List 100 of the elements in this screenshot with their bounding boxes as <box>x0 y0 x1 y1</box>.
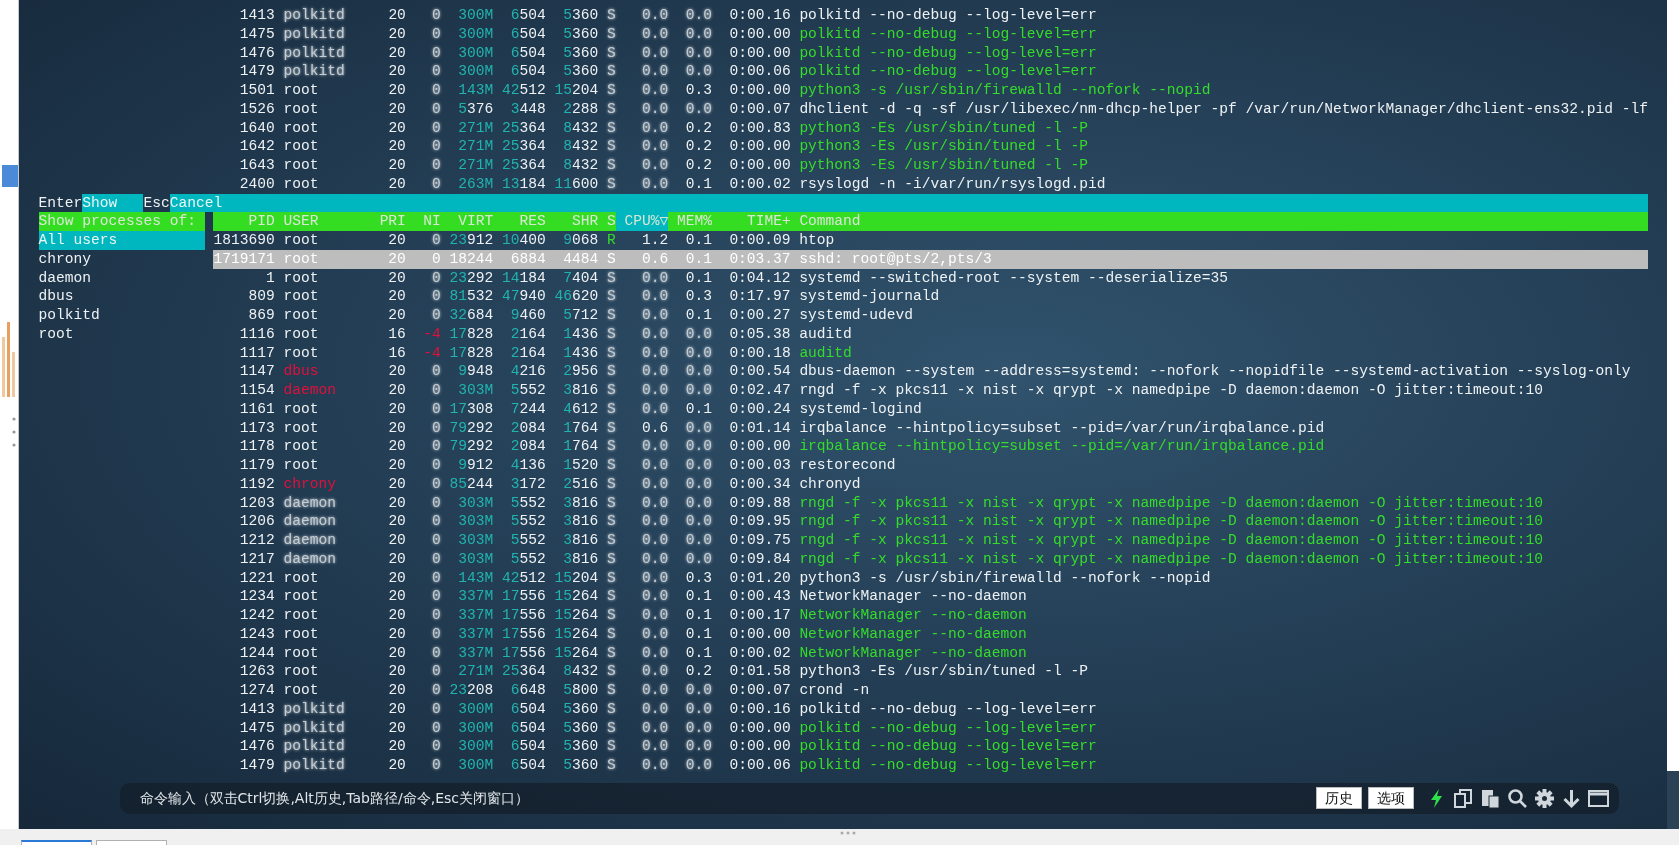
process-row[interactable]: 1221 root 20 0 143M 42512 15204 S 0.0 0.3 0:01.20 python3 -s /usr/sbin/firewalld --nofork --nopid <box>213 568 1649 588</box>
table-cell-text: root <box>283 118 320 138</box>
toolbar-button[interactable]: 历史 <box>1315 787 1362 810</box>
process-row[interactable]: 1147 dbus 20 0 9948 4216 2956 S 0.0 0.0 0:00.54 dbus-daemon --system --address=systemd: --nofork --nopidfile --systemd-activation --syslog-only <box>213 362 1649 381</box>
table-cell-text: 20 <box>387 606 406 625</box>
command-cell-text: polkitd --no-debug --log-level=err <box>799 718 1098 738</box>
process-row[interactable]: 1173 root 20 0 79292 2084 1764 S 0.6 0.0 0:01.14 irqbalance --hintpolicy=subset --pid=/var/run/irqbalance.pid <box>213 418 1649 438</box>
paste-icon[interactable] <box>1479 787 1501 809</box>
table-cell-text: root <box>283 343 320 363</box>
table-cell-text: 9912 <box>457 456 494 475</box>
table-cell-text: 0.0 <box>640 99 669 119</box>
process-row[interactable]: 1116 root 16 -4 17828 2164 1436 S 0.0 0.0 0:05.38 auditd <box>213 324 1649 344</box>
window-icon[interactable] <box>1587 787 1609 809</box>
command-cell-text: auditd <box>799 343 853 363</box>
process-row[interactable]: 1 root 20 0 23292 14184 7404 S 0.0 0.1 0:04.12 systemd --switched-root --system --deserialize=35 <box>213 268 1649 288</box>
command-bar[interactable]: 命令输入（双击Ctrl切换,Alt历史,Tab路径/命令,Esc关闭窗口） 历史 选项 <box>119 782 1619 814</box>
table-cell-text: 1642 <box>238 137 275 156</box>
process-row[interactable]: 809 root 20 0 81532 47940 46620 S 0.0 0.3 0:17.97 systemd-journald <box>213 287 1649 306</box>
process-row[interactable]: 1234 root 20 0 337M 17556 15264 S 0.0 0.1 0:00.43 NetworkManager --no-daemon <box>213 587 1649 606</box>
user-option[interactable]: root <box>38 324 205 344</box>
copy-icon[interactable] <box>1452 787 1474 809</box>
table-cell-text: 2516 <box>562 474 599 494</box>
user-option[interactable]: polkitd <box>38 306 205 325</box>
process-row[interactable]: 1274 root 20 0 23208 6648 5800 S 0.0 0.0 0:00.07 crond -n <box>213 681 1649 700</box>
process-row[interactable]: 1413 polkitd 20 0 300M 6504 5360 S 0.0 0.0 0:00.16 polkitd --no-debug --log-level=err <box>213 6 1649 25</box>
table-cell-text: 0.0 <box>684 24 712 44</box>
process-row[interactable]: 1243 root 20 0 337M 17556 15264 S 0.0 0.1 0:00.00 NetworkManager --no-daemon <box>213 624 1649 644</box>
table-cell-text: 0 <box>431 493 441 513</box>
process-row[interactable]: 1263 root 20 0 271M 25364 8432 S 0.0 0.2 0:01.58 python3 -Es /usr/sbin/tuned -l -P <box>213 662 1649 681</box>
table-cell-text: 0:02.47 <box>728 381 791 400</box>
process-row[interactable]: 1475 polkitd 20 0 300M 6504 5360 S 0.0 0.0 0:00.00 polkitd --no-debug --log-level=err <box>213 718 1649 738</box>
table-cell-text: 0:00.03 <box>728 456 791 475</box>
process-row[interactable]: 1192 chrony 20 0 85244 3172 2516 S 0.0 0.0 0:00.34 chronyd <box>213 474 1649 494</box>
table-cell-text: 300M <box>457 718 494 738</box>
command-cell-text: polkitd --no-debug --log-level=err <box>799 6 1098 25</box>
table-cell-text: 271M <box>457 156 494 175</box>
tab[interactable] <box>21 840 92 845</box>
process-row[interactable]: 1206 daemon 20 0 303M 5552 3816 S 0.0 0.0 0:09.95 rngd -f -x pkcs11 -x nist -x qrypt -x namedpipe -D daemon:daemon -O jitter:timeout:10 <box>213 512 1649 531</box>
table-cell-text: root <box>283 418 320 438</box>
process-row[interactable]: 1813690 root 20 0 23912 10400 9068 R 1.2 0.1 0:00.09 htop <box>213 231 1649 250</box>
table-cell-text: root <box>283 156 320 175</box>
table-cell-text: 0.0 <box>684 381 712 400</box>
table-cell-text: 0.0 <box>640 643 669 663</box>
process-row[interactable]: 1244 root 20 0 337M 17556 15264 S 0.0 0.1 0:00.02 NetworkManager --no-daemon <box>213 643 1649 663</box>
user-option[interactable]: dbus <box>38 287 205 306</box>
process-row[interactable]: 1117 root 16 -4 17828 2164 1436 S 0.0 0.0 0:00.18 auditd <box>213 343 1649 363</box>
command-cell-text: polkitd --no-debug --log-level=err <box>799 43 1098 63</box>
table-cell-text: 0 <box>431 381 441 400</box>
table-cell-text: 0.3 <box>684 81 712 100</box>
table-cell-text: 300M <box>457 699 494 719</box>
process-row[interactable]: 1161 root 20 0 17308 7244 4612 S 0.0 0.1 0:00.24 systemd-logind <box>213 399 1649 419</box>
process-row[interactable]: 1217 daemon 20 0 303M 5552 3816 S 0.0 0.0 0:09.84 rngd -f -x pkcs11 -x nist -x qrypt -x namedpipe -D daemon:daemon -O jitter:timeout:10 <box>213 549 1649 569</box>
process-row[interactable]: 1640 root 20 0 271M 25364 8432 S 0.0 0.2 0:00.83 python3 -Es /usr/sbin/tuned -l -P <box>213 118 1649 138</box>
process-row[interactable]: 1479 polkitd 20 0 300M 6504 5360 S 0.0 0.0 0:00.06 polkitd --no-debug --log-level=err <box>213 62 1649 81</box>
table-cell-text: 20 <box>387 737 406 756</box>
search-icon[interactable] <box>1506 787 1528 809</box>
process-row[interactable]: 1479 polkitd 20 0 300M 6504 5360 S 0.0 0.0 0:00.06 polkitd --no-debug --log-level=err <box>213 756 1649 775</box>
process-row[interactable]: 1154 daemon 20 0 303M 5552 3816 S 0.0 0.0 0:02.47 rngd -f -x pkcs11 -x nist -x qrypt -x namedpipe -D daemon:daemon -O jitter:timeout:10 <box>213 381 1649 400</box>
process-row[interactable]: 1178 root 20 0 79292 2084 1764 S 0.0 0.0 0:00.00 irqbalance --hintpolicy=subset --pid=/var/run/irqbalance.pid <box>213 437 1649 456</box>
toolbar-button[interactable]: 选项 <box>1367 787 1414 810</box>
user-option[interactable]: chrony <box>38 249 205 269</box>
table-cell-text: daemon <box>283 531 337 550</box>
command-cell-text: NetworkManager --no-daemon <box>799 587 1028 606</box>
process-row[interactable]: 1526 root 20 0 5376 3448 2288 S 0.0 0.0 0:00.07 dhclient -d -q -sf /usr/libexec/nm-dhcp-helper -pf /var/run/NetworkManager/dhclient-ens32.pid -lf <box>213 99 1649 119</box>
process-row[interactable]: 1212 daemon 20 0 303M 5552 3816 S 0.0 0.0 0:09.75 rngd -f -x pkcs11 -x nist -x qrypt -x namedpipe -D daemon:daemon -O jitter:timeout:10 <box>213 531 1649 550</box>
table-cell: 17308 <box>449 399 494 419</box>
process-row[interactable]: 1476 polkitd 20 0 300M 6504 5360 S 0.0 0.0 0:00.00 polkitd --no-debug --log-level=err <box>213 43 1649 63</box>
table-cell-text: 6884 <box>509 249 546 269</box>
process-row[interactable]: 1203 daemon 20 0 303M 5552 3816 S 0.0 0.0 0:09.88 rngd -f -x pkcs11 -x nist -x qrypt -x namedpipe -D daemon:daemon -O jitter:timeout:10 <box>213 493 1649 513</box>
process-row[interactable]: 1242 root 20 0 337M 17556 15264 S 0.0 0.1 0:00.17 NetworkManager --no-daemon <box>213 606 1649 625</box>
process-row[interactable]: 1179 root 20 0 9912 4136 1520 S 0.0 0.0 0:00.03 restorecond <box>213 456 1649 475</box>
drag-handle-icon[interactable] <box>840 831 856 835</box>
command-cell-text: rngd -f -x pkcs11 -x nist -x qrypt -x namedpipe -D daemon:daemon -O jitter:timeout:10 <box>799 512 1544 531</box>
table-cell-text: 9068 <box>562 231 599 250</box>
table-cell-text: 1154 <box>238 381 275 400</box>
process-row[interactable]: 1476 polkitd 20 0 300M 6504 5360 S 0.0 0.0 0:00.00 polkitd --no-debug --log-level=err <box>213 737 1649 756</box>
table-cell: S <box>607 568 616 588</box>
table-cell-text: 0:00.27 <box>728 306 791 325</box>
process-row[interactable]: 2400 root 20 0 263M 13184 11600 S 0.0 0.1 0:00.02 rsyslogd -n -i/var/run/rsyslogd.pid <box>213 174 1649 194</box>
command-input[interactable]: 命令输入（双击Ctrl切换,Alt历史,Tab路径/命令,Esc关闭窗口） <box>137 786 1316 811</box>
table-cell-text: 0:00.83 <box>728 118 791 138</box>
process-row[interactable]: 1642 root 20 0 271M 25364 8432 S 0.0 0.2 0:00.00 python3 -Es /usr/sbin/tuned -l -P <box>213 137 1649 156</box>
process-row[interactable]: 1501 root 20 0 143M 42512 15204 S 0.0 0.3 0:00.00 python3 -s /usr/sbin/firewalld --nofork --nopid <box>213 81 1649 100</box>
table-cell-text: 0 <box>431 718 441 738</box>
process-row[interactable]: 1643 root 20 0 271M 25364 8432 S 0.0 0.2 0:00.00 python3 -Es /usr/sbin/tuned -l -P <box>213 156 1649 175</box>
table-cell-text: 1147 <box>238 362 275 381</box>
process-row[interactable]: 1475 polkitd 20 0 300M 6504 5360 S 0.0 0.0 0:00.00 polkitd --no-debug --log-level=err <box>213 24 1649 44</box>
table-cell-text: 1475 <box>238 718 275 738</box>
table-cell-text: 1520 <box>562 456 599 475</box>
table-cell-text: 271M <box>457 118 494 138</box>
user-option[interactable]: daemon <box>38 268 205 288</box>
process-row[interactable]: 1413 polkitd 20 0 300M 6504 5360 S 0.0 0.0 0:00.16 polkitd --no-debug --log-level=err <box>213 699 1649 719</box>
settings-icon[interactable] <box>1533 787 1555 809</box>
table-cell-text: 0.0 <box>640 493 669 513</box>
table-cell-text: 0.2 <box>684 156 712 175</box>
table-cell-text: 0.0 <box>684 437 712 456</box>
table-cell-text: 0:00.00 <box>728 624 791 644</box>
process-row[interactable]: 869 root 20 0 32684 9460 5712 S 0.0 0.1 0:00.27 systemd-udevd <box>213 306 1649 325</box>
table-cell-text: 6504 <box>509 6 546 25</box>
table-cell-text: 0.0 <box>684 99 712 119</box>
